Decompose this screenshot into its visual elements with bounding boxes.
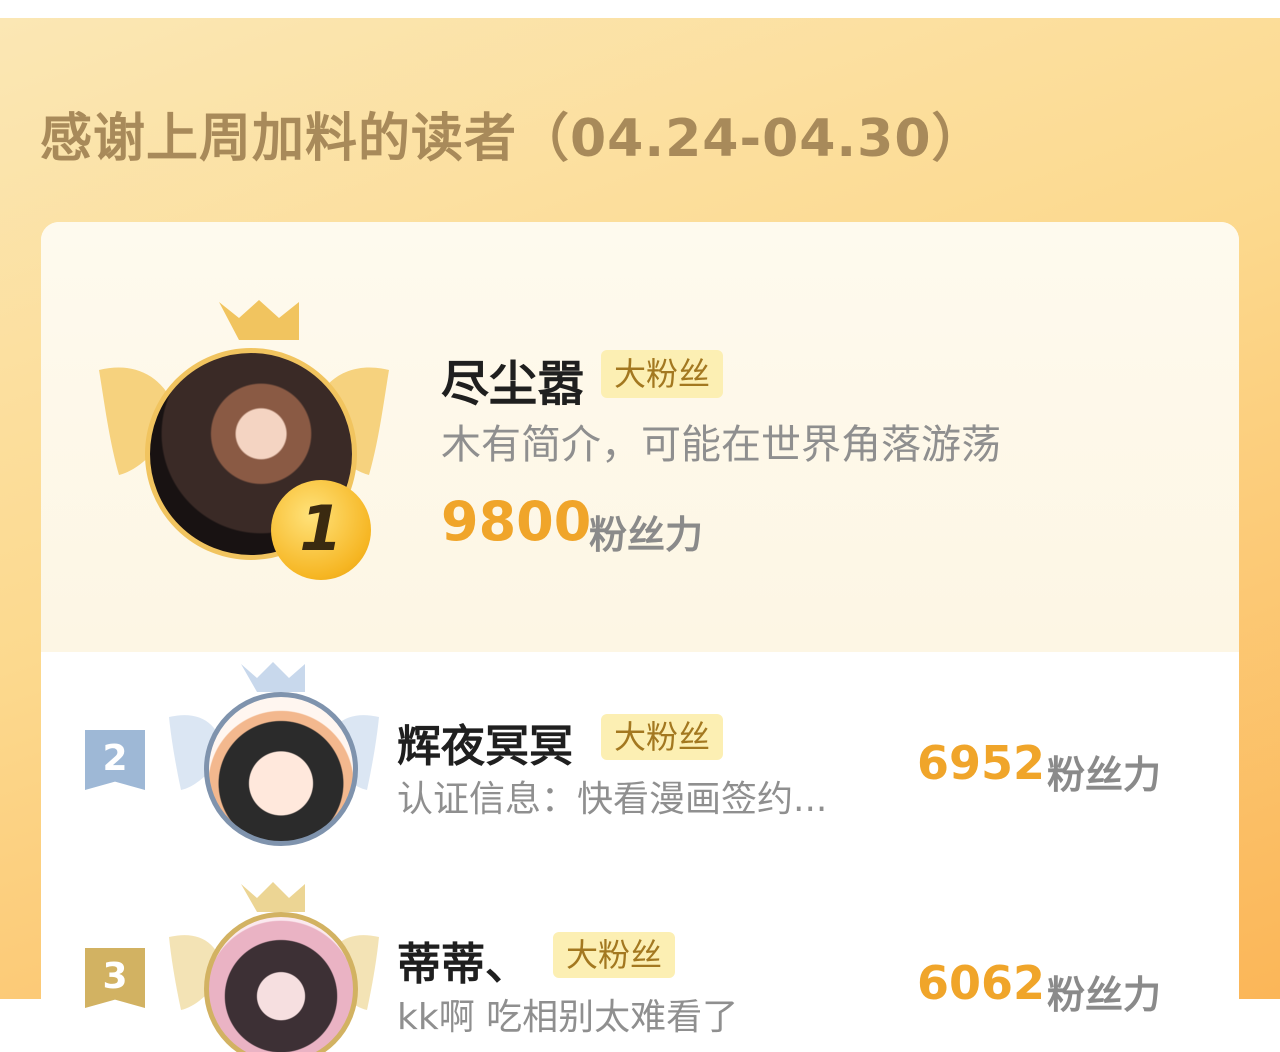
avatar[interactable] [204,692,358,846]
fan-power-value: 6952 [917,736,1046,790]
user-bio: 认证信息：快看漫画签约... [397,779,828,820]
rank-badge: 3 [85,948,145,1008]
user-bio: kk啊 吃相别太难看了 [397,997,739,1038]
fan-power-value: 6062 [917,956,1046,1010]
fan-badge: 大粉丝 [601,714,723,760]
rank-2-item[interactable]: 2 辉夜冥冥 大粉丝 认证信息：快看漫画签约... 6952 粉丝力 [41,652,1239,872]
user-name[interactable]: 辉夜冥冥 [397,710,573,774]
user-name[interactable]: 蒂蒂、 [397,928,529,992]
fan-power-label: 粉丝力 [1047,753,1162,797]
ranking-card: 1 尽尘嚣 大粉丝 木有简介，可能在世界角落游荡 9800 粉丝力 2 辉夜冥冥… [41,222,1239,1052]
rank-3-item[interactable]: 3 蒂蒂、 大粉丝 kk啊 吃相别太难看了 6062 粉丝力 [41,872,1239,1052]
fan-power-label: 粉丝力 [1047,973,1162,1017]
fan-power-value: 9800 [441,490,592,553]
page-title: 感谢上周加料的读者（04.24-04.30） [40,109,985,169]
banner: 感谢上周加料的读者（04.24-04.30） 1 尽尘嚣 大粉丝 木有简介，可能… [0,18,1280,1052]
fan-badge: 大粉丝 [553,932,675,978]
rank-1-item[interactable]: 1 尽尘嚣 大粉丝 木有简介，可能在世界角落游荡 9800 粉丝力 [41,222,1239,652]
fan-badge: 大粉丝 [601,350,723,398]
rank-badge: 2 [85,730,145,790]
user-name[interactable]: 尽尘嚣 [441,344,585,414]
rank-medal: 1 [271,480,371,580]
fan-power-label: 粉丝力 [589,513,704,557]
user-bio: 木有简介，可能在世界角落游荡 [441,422,1001,468]
